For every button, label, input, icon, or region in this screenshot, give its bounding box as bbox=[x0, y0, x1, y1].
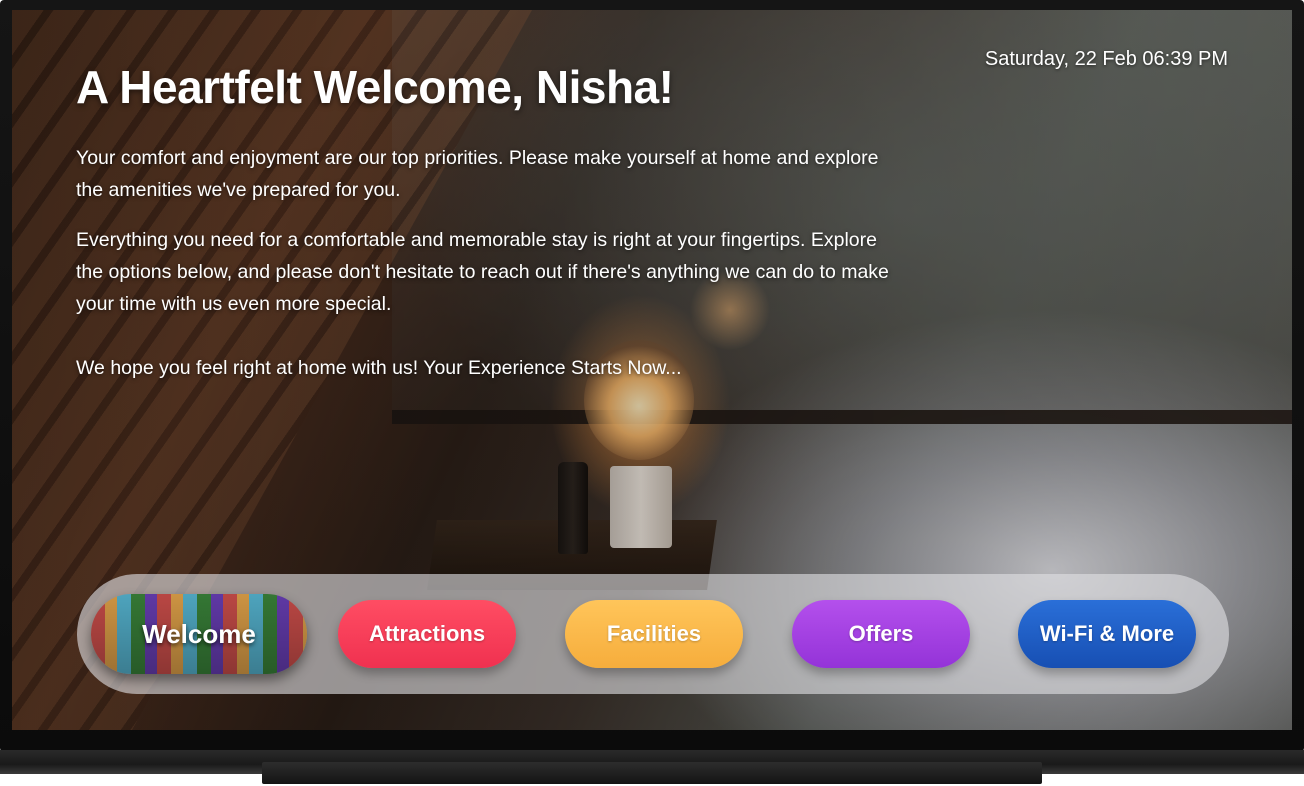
welcome-paragraph-3: We hope you feel right at home with us! … bbox=[76, 357, 682, 379]
welcome-paragraph-2: Everything you need for a comfortable an… bbox=[76, 229, 889, 315]
nav-welcome-button[interactable]: Welcome bbox=[91, 594, 307, 674]
welcome-paragraph-1: Your comfort and enjoyment are our top p… bbox=[76, 147, 879, 201]
nav-attractions-button[interactable]: Attractions bbox=[338, 600, 516, 668]
nav-facilities-button[interactable]: Facilities bbox=[565, 600, 743, 668]
nav-wifi-more-button[interactable]: Wi-Fi & More bbox=[1018, 600, 1196, 668]
nav-offers-button[interactable]: Offers bbox=[792, 600, 970, 668]
tv-stand bbox=[262, 762, 1042, 784]
datetime-display: Saturday, 22 Feb 06:39 PM bbox=[984, 48, 1228, 70]
welcome-title: A Heartfelt Welcome, Nisha! bbox=[76, 61, 674, 113]
tv-screen: Saturday, 22 Feb 06:39 PM A Heartfelt We… bbox=[12, 10, 1292, 730]
